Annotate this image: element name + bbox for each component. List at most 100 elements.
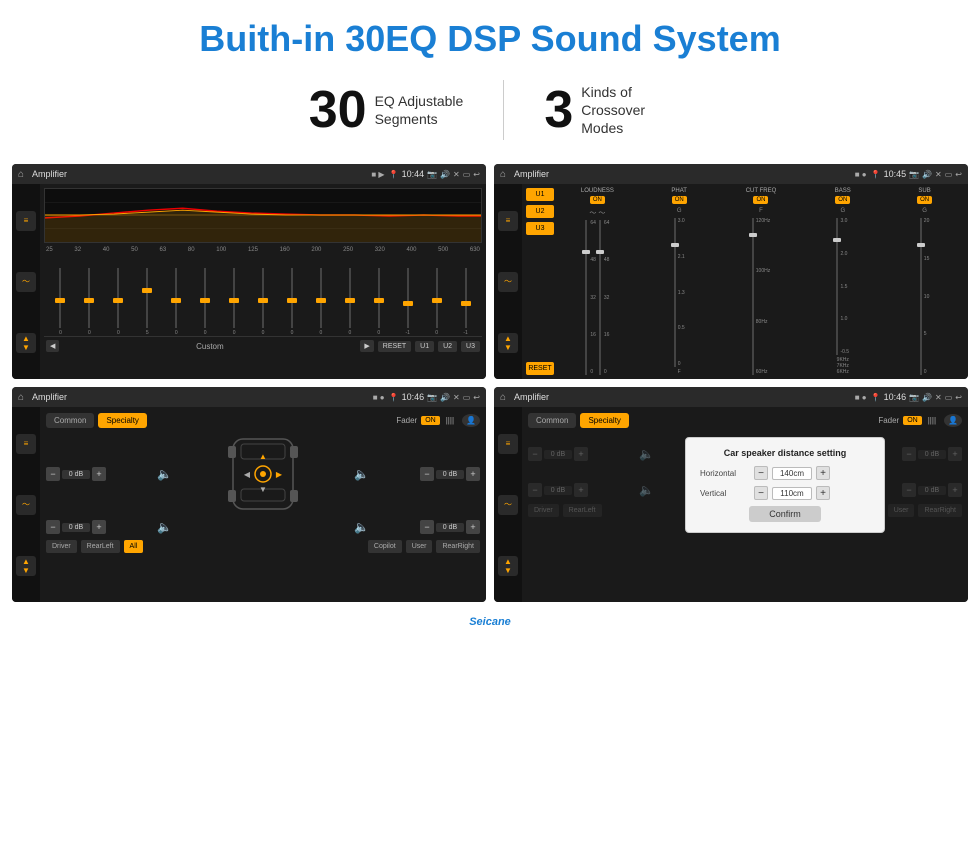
- sidebar-btn-eq-2[interactable]: ≡: [498, 211, 518, 231]
- fader-1[interactable]: 0: [46, 268, 75, 336]
- close-icon-1[interactable]: ✕: [453, 170, 460, 179]
- dialog-vertical-row: Vertical − 110cm +: [700, 486, 870, 500]
- home-icon-3[interactable]: ⌂: [18, 392, 24, 403]
- loudness-fader[interactable]: 644832160 644832160: [558, 220, 637, 375]
- sidebar-btn-vol[interactable]: ▲▼: [16, 333, 36, 353]
- confirm-button[interactable]: Confirm: [749, 506, 821, 522]
- horizontal-minus[interactable]: −: [754, 466, 768, 480]
- bass-on[interactable]: ON: [835, 196, 850, 204]
- reset-btn[interactable]: RESET: [378, 341, 411, 352]
- tab-specialty-4[interactable]: Specialty: [580, 413, 628, 428]
- cutfreq-fader[interactable]: 120Hz100Hz80Hz60Hz: [722, 218, 801, 375]
- sub-fader[interactable]: 20151050: [885, 218, 964, 375]
- fader-slider[interactable]: ||||: [446, 416, 454, 425]
- cutfreq-on[interactable]: ON: [753, 196, 768, 204]
- fader-on-btn[interactable]: ON: [421, 416, 440, 425]
- fader-10[interactable]: 0: [306, 268, 335, 336]
- u2-btn[interactable]: U2: [438, 341, 457, 352]
- vertical-plus[interactable]: +: [816, 486, 830, 500]
- location-icon-4: 📍: [871, 393, 881, 402]
- home-icon-2[interactable]: ⌂: [500, 169, 506, 180]
- sidebar-btn-eq-4[interactable]: ≡: [498, 434, 518, 454]
- db-top-left: − 0 dB +: [46, 467, 106, 481]
- minimize-icon-1[interactable]: ▭: [463, 170, 471, 179]
- play-btn[interactable]: ▶: [360, 340, 373, 352]
- fader-on-btn-4[interactable]: ON: [903, 416, 922, 425]
- btn-all[interactable]: All: [124, 540, 144, 553]
- fader-13[interactable]: -1: [393, 268, 422, 336]
- cx-band-sub: SUB ON G 20151050: [885, 188, 964, 375]
- cx-reset[interactable]: RESET: [526, 362, 554, 375]
- btn-user[interactable]: User: [406, 540, 433, 553]
- sidebar-btn-vol-3[interactable]: ▲▼: [16, 556, 36, 576]
- sidebar-btn-eq-3[interactable]: ≡: [16, 434, 36, 454]
- person-icon-4: 👤: [944, 414, 962, 427]
- btn-driver[interactable]: Driver: [46, 540, 77, 553]
- sidebar-btn-wave-3[interactable]: 〜: [16, 495, 36, 515]
- db-plus-ml[interactable]: +: [92, 520, 106, 534]
- home-icon-4[interactable]: ⌂: [500, 392, 506, 403]
- close-icon-4[interactable]: ✕: [935, 393, 942, 402]
- bass-fader[interactable]: 3.02.01.51.0-0.5: [803, 218, 882, 355]
- db-minus-tr[interactable]: −: [420, 467, 434, 481]
- fader-3[interactable]: 0: [104, 268, 133, 336]
- minimize-icon-4[interactable]: ▭: [945, 393, 953, 402]
- sidebar-btn-wave-2[interactable]: 〜: [498, 272, 518, 292]
- sidebar-btn-wave[interactable]: 〜: [16, 272, 36, 292]
- screens-grid: ⌂ Amplifier ■ ▶ 📍 10:44 📷 🔊 ✕ ▭ ↩ ≡ 〜 ▲▼: [0, 158, 980, 612]
- vertical-minus[interactable]: −: [754, 486, 768, 500]
- home-icon[interactable]: ⌂: [18, 169, 24, 180]
- fader-12[interactable]: 0: [364, 268, 393, 336]
- btn-rear-left[interactable]: RearLeft: [81, 540, 120, 553]
- db-minus-ml[interactable]: −: [46, 520, 60, 534]
- db-minus-tl[interactable]: −: [46, 467, 60, 481]
- fader-7[interactable]: 0: [220, 268, 249, 336]
- phat-on[interactable]: ON: [672, 196, 687, 204]
- db-plus-mr[interactable]: +: [466, 520, 480, 534]
- fader-11[interactable]: 0: [335, 268, 364, 336]
- sidebar-btn-wave-4[interactable]: 〜: [498, 495, 518, 515]
- u3-btn[interactable]: U3: [461, 341, 480, 352]
- tab-specialty[interactable]: Specialty: [98, 413, 146, 428]
- back-icon-1[interactable]: ↩: [473, 170, 480, 179]
- u1-btn[interactable]: U1: [415, 341, 434, 352]
- fader-4[interactable]: 5: [133, 268, 162, 336]
- minimize-icon-2[interactable]: ▭: [945, 170, 953, 179]
- cx-u1[interactable]: U1: [526, 188, 554, 201]
- back-icon-3[interactable]: ↩: [473, 393, 480, 402]
- fader-8[interactable]: 0: [249, 268, 278, 336]
- cx-u3[interactable]: U3: [526, 222, 554, 235]
- sub-on[interactable]: ON: [917, 196, 932, 204]
- sidebar-btn-vol-4[interactable]: ▲▼: [498, 556, 518, 576]
- fader-15[interactable]: -1: [451, 268, 480, 336]
- eq-faders[interactable]: 0 0 0 5 0 0 0 0 0 0 0 0 -1 0 -1: [44, 256, 482, 336]
- fader-9[interactable]: 0: [278, 268, 307, 336]
- back-icon-4[interactable]: ↩: [955, 393, 962, 402]
- sidebar-btn-vol-2[interactable]: ▲▼: [498, 333, 518, 353]
- db-mid-right: − 0 dB +: [420, 520, 480, 534]
- back-icon-2[interactable]: ↩: [955, 170, 962, 179]
- fader-slider-4[interactable]: ||||: [928, 416, 936, 425]
- close-icon-3[interactable]: ✕: [453, 393, 460, 402]
- close-icon-2[interactable]: ✕: [935, 170, 942, 179]
- fader-5[interactable]: 0: [162, 268, 191, 336]
- fader-14[interactable]: 0: [422, 268, 451, 336]
- db-plus-tr[interactable]: +: [466, 467, 480, 481]
- phat-fader[interactable]: 3.02.11.30.50: [640, 218, 719, 367]
- horizontal-plus[interactable]: +: [816, 466, 830, 480]
- app-title-3: Amplifier: [32, 392, 369, 402]
- cx-u2[interactable]: U2: [526, 205, 554, 218]
- btn-rear-right[interactable]: RearRight: [436, 540, 480, 553]
- tab-common-4[interactable]: Common: [528, 413, 576, 428]
- fader-6[interactable]: 0: [191, 268, 220, 336]
- btn-copilot[interactable]: Copilot: [368, 540, 402, 553]
- db-minus-mr[interactable]: −: [420, 520, 434, 534]
- tab-common[interactable]: Common: [46, 413, 94, 428]
- prev-btn[interactable]: ◀: [46, 340, 59, 352]
- watermark: Seicane: [0, 612, 980, 636]
- loudness-on[interactable]: ON: [590, 196, 605, 204]
- sidebar-btn-eq[interactable]: ≡: [16, 211, 36, 231]
- db-plus-tl[interactable]: +: [92, 467, 106, 481]
- minimize-icon-3[interactable]: ▭: [463, 393, 471, 402]
- fader-2[interactable]: 0: [75, 268, 104, 336]
